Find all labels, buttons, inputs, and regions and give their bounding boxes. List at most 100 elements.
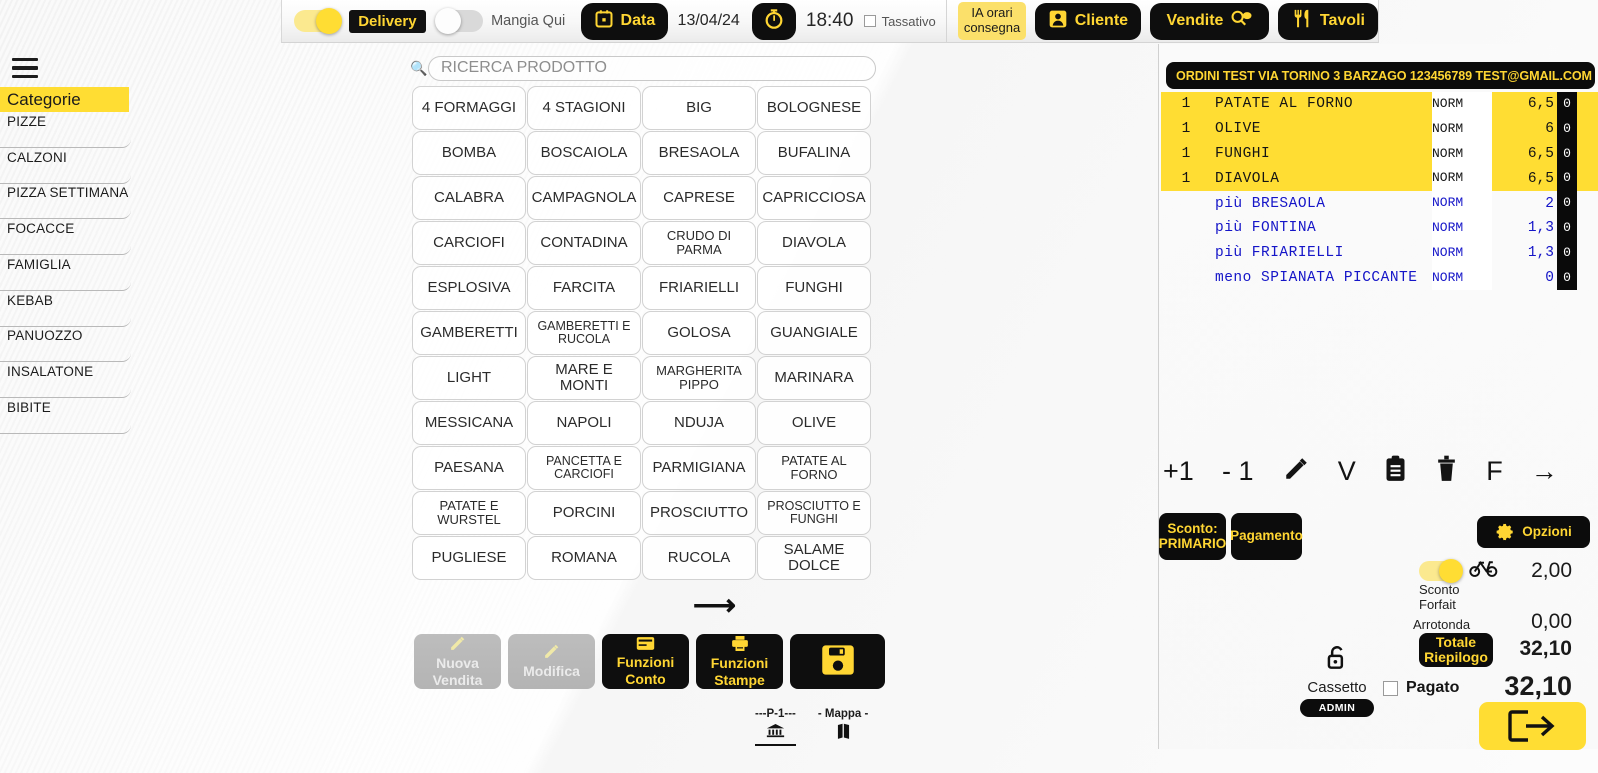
product-button[interactable]: PORCINI [527,491,641,535]
totale-riepilogo-button[interactable]: Totale Riepilogo [1419,633,1493,667]
product-button[interactable]: GAMBERETTI E RUCOLA [527,311,641,355]
sidebar-item-pizza-settimana[interactable]: PIZZA SETTIMANA [0,183,131,220]
order-line[interactable]: 1 OLIVE NORM 6 0 [1161,116,1598,142]
variant-button[interactable]: V [1338,457,1356,485]
product-button[interactable]: PAESANA [412,446,526,490]
cassetto-control[interactable]: Cassetto ADMIN [1300,644,1374,717]
product-button[interactable]: NDUJA [642,401,756,445]
product-button[interactable]: FARCITA [527,266,641,310]
grid-next-page-arrow-icon[interactable]: ⟶ [693,588,736,623]
product-button[interactable]: BRESAOLA [642,131,756,175]
funzioni-button[interactable]: Funzioni Stampe [696,634,783,689]
product-button[interactable]: MARE E MONTI [527,356,641,400]
ia-orari-consegna-button[interactable]: IA orari consegna [957,2,1027,40]
product-button[interactable]: LIGHT [412,356,526,400]
product-button[interactable]: GAMBERETTI [412,311,526,355]
product-button[interactable]: DIAVOLA [757,221,871,265]
hamburger-menu-icon[interactable] [12,58,38,78]
trash-icon[interactable] [1435,455,1458,487]
sidebar-item-kebab[interactable]: KEBAB [0,291,131,327]
product-button[interactable]: OLIVE [757,401,871,445]
time-value[interactable]: 18:40 [806,10,854,32]
sidebar-item-insalatone[interactable]: INSALATONE [0,362,131,398]
funzioni-button[interactable]: Funzioni Conto [602,634,689,689]
tassativo-checkbox[interactable] [863,15,876,27]
product-button[interactable]: BUFALINA [757,131,871,175]
product-button[interactable]: ESPLOSIVA [412,266,526,310]
arrotonda-amount: 0,00 [1531,610,1572,633]
product-button[interactable]: PUGLIESE [412,536,526,580]
order-line[interactable]: 1 PATATE AL FORNO NORM 6,5 0 [1161,92,1598,117]
exit-button[interactable] [1479,702,1586,750]
order-line[interactable]: più FONTINA NORM 1,3 0 [1161,215,1598,241]
order-line-qty: 1 [1181,96,1191,113]
product-button[interactable]: PANCETTA E CARCIOFI [527,446,641,490]
time-button[interactable] [751,2,796,40]
data-button[interactable]: Data [580,2,669,40]
product-button[interactable]: CAPRESE [642,176,756,220]
date-value[interactable]: 13/04/24 [678,12,740,30]
order-line[interactable]: meno SPIANATA PICCANTE NORM 0 0 [1161,265,1598,291]
product-button[interactable]: FRIARIELLI [642,266,756,310]
pencil-icon[interactable] [1282,456,1310,487]
sidebar-item-focacce[interactable]: FOCACCE [0,219,131,256]
sidebar-item-famiglia[interactable]: FAMIGLIA [0,255,131,291]
order-line[interactable]: più BRESAOLA NORM 2 0 [1161,191,1598,216]
pagamento-button[interactable]: Pagamento [1230,513,1303,560]
footer-mark[interactable]: - Mappa - [818,708,868,746]
product-button[interactable]: FUNGHI [757,266,871,310]
footer-mark[interactable]: ---P-1--- [755,708,796,746]
product-button[interactable]: 4 STAGIONI [527,86,641,130]
product-button[interactable]: PROSCIUTTO [642,491,756,535]
product-button[interactable]: CRUDO DI PARMA [642,221,756,265]
product-button[interactable]: CAPRICCIOSA [757,176,871,220]
sidebar-item-pizze[interactable]: PIZZE [0,112,131,148]
order-line[interactable]: 1 DIAVOLA NORM 6,5 0 [1161,166,1598,192]
order-line-mode: NORM [1432,92,1492,117]
order-line[interactable]: più FRIARIELLI NORM 1,3 0 [1161,240,1598,266]
product-button[interactable]: NAPOLI [527,401,641,445]
increment-button[interactable]: +1 [1163,457,1194,485]
order-line[interactable]: 1 FUNGHI NORM 6,5 0 [1161,141,1598,167]
sidebar-item-calzoni[interactable]: CALZONI [0,148,131,184]
product-button[interactable]: GUANGIALE [757,311,871,355]
mangia-qui-toggle[interactable] [434,8,483,34]
product-button[interactable]: BIG [642,86,756,130]
decrement-button[interactable]: - 1 [1222,457,1254,485]
product-button[interactable]: PATATE AL FORNO [757,446,871,490]
sidebar-item-bibite[interactable]: BIBITE [0,398,131,434]
product-button[interactable]: PROSCIUTTO E FUNGHI [757,491,871,535]
save-button[interactable] [790,634,885,689]
opzioni-button[interactable]: Opzioni [1477,516,1590,548]
pagato-checkbox[interactable] [1383,680,1398,696]
product-button[interactable]: CARCIOFI [412,221,526,265]
forward-button[interactable]: → [1531,457,1558,485]
product-button[interactable]: PARMIGIANA [642,446,756,490]
product-button[interactable]: MARGHERITA PIPPO [642,356,756,400]
product-button[interactable]: MESSICANA [412,401,526,445]
sconto-button[interactable]: Sconto: PRIMARIO [1159,513,1226,560]
product-button[interactable]: BOLOGNESE [757,86,871,130]
vendite-button[interactable]: Vendite [1149,2,1270,40]
product-button[interactable]: RUCOLA [642,536,756,580]
product-button[interactable]: MARINARA [757,356,871,400]
product-button[interactable]: BOMBA [412,131,526,175]
sidebar-item-label: FAMIGLIA [7,256,71,272]
search-input[interactable] [428,55,876,81]
product-button[interactable]: CAMPAGNOLA [527,176,641,220]
product-button[interactable]: BOSCAIOLA [527,131,641,175]
sidebar-item-panuozzo[interactable]: PANUOZZO [0,326,131,363]
product-button[interactable]: GOLOSA [642,311,756,355]
delivery-fee-toggle[interactable] [1419,558,1463,583]
delivery-toggle[interactable] [293,8,342,34]
product-button[interactable]: CALABRA [412,176,526,220]
product-button[interactable]: SALAME DOLCE [757,536,871,580]
clipboard-icon[interactable] [1384,455,1407,487]
tavoli-button[interactable]: Tavoli [1277,2,1378,40]
product-button[interactable]: 4 FORMAGGI [412,86,526,130]
product-button[interactable]: PATATE E WURSTEL [412,491,526,535]
function-button[interactable]: F [1486,457,1503,485]
cliente-button[interactable]: Cliente [1034,2,1142,40]
product-button[interactable]: CONTADINA [527,221,641,265]
product-button[interactable]: ROMANA [527,536,641,580]
